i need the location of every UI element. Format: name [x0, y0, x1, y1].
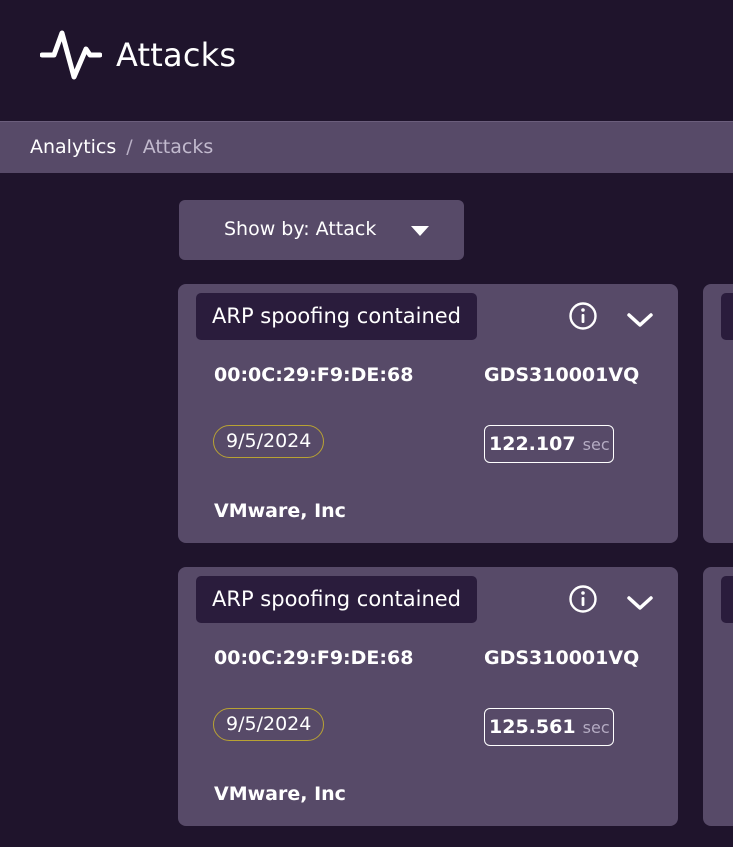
mac-address: 00:0C:29:F9:DE:68 — [214, 364, 414, 386]
breadcrumb-bar: Analytics / Attacks — [0, 121, 733, 173]
attack-card[interactable]: ARP spoofing contained 00:0C:29:F9:DE:68… — [178, 284, 678, 543]
info-icon[interactable] — [568, 584, 598, 614]
attack-type-tag-partial — [721, 576, 733, 623]
breadcrumb: Analytics / Attacks — [30, 136, 213, 158]
duration-value: 125.561 — [489, 716, 576, 738]
breadcrumb-analytics-link[interactable]: Analytics — [30, 136, 116, 158]
serial-number: GDS310001VQ — [484, 364, 640, 386]
show-by-label: Show by: Attack — [224, 218, 377, 240]
vendor-name: VMware, Inc — [214, 783, 346, 805]
app-header: Attacks — [0, 0, 733, 121]
page-title: Attacks — [116, 36, 237, 74]
attack-type-tag: ARP spoofing contained — [196, 293, 478, 340]
activity-pulse-icon — [40, 30, 102, 80]
attack-card-partial[interactable] — [703, 567, 733, 826]
attack-card[interactable]: ARP spoofing contained 00:0C:29:F9:DE:68… — [178, 567, 678, 826]
duration-unit: sec — [582, 435, 610, 454]
duration-value: 122.107 — [489, 433, 576, 455]
serial-number: GDS310001VQ — [484, 647, 640, 669]
duration-badge: 122.107 sec — [484, 425, 614, 463]
breadcrumb-current: Attacks — [142, 136, 214, 158]
info-icon[interactable] — [568, 301, 598, 331]
chevron-down-icon[interactable] — [626, 312, 654, 328]
attack-type-tag: ARP spoofing contained — [196, 576, 478, 623]
chevron-down-icon[interactable] — [626, 595, 654, 611]
attack-type-tag-partial — [721, 293, 733, 340]
breadcrumb-separator: / — [126, 136, 133, 158]
date-badge: 9/5/2024 — [213, 425, 325, 458]
attack-card-partial[interactable] — [703, 284, 733, 543]
vendor-name: VMware, Inc — [214, 500, 346, 522]
date-badge: 9/5/2024 — [213, 708, 325, 741]
duration-badge: 125.561 sec — [484, 708, 614, 746]
mac-address: 00:0C:29:F9:DE:68 — [214, 647, 414, 669]
caret-down-icon[interactable] — [411, 226, 429, 236]
duration-unit: sec — [582, 718, 610, 737]
